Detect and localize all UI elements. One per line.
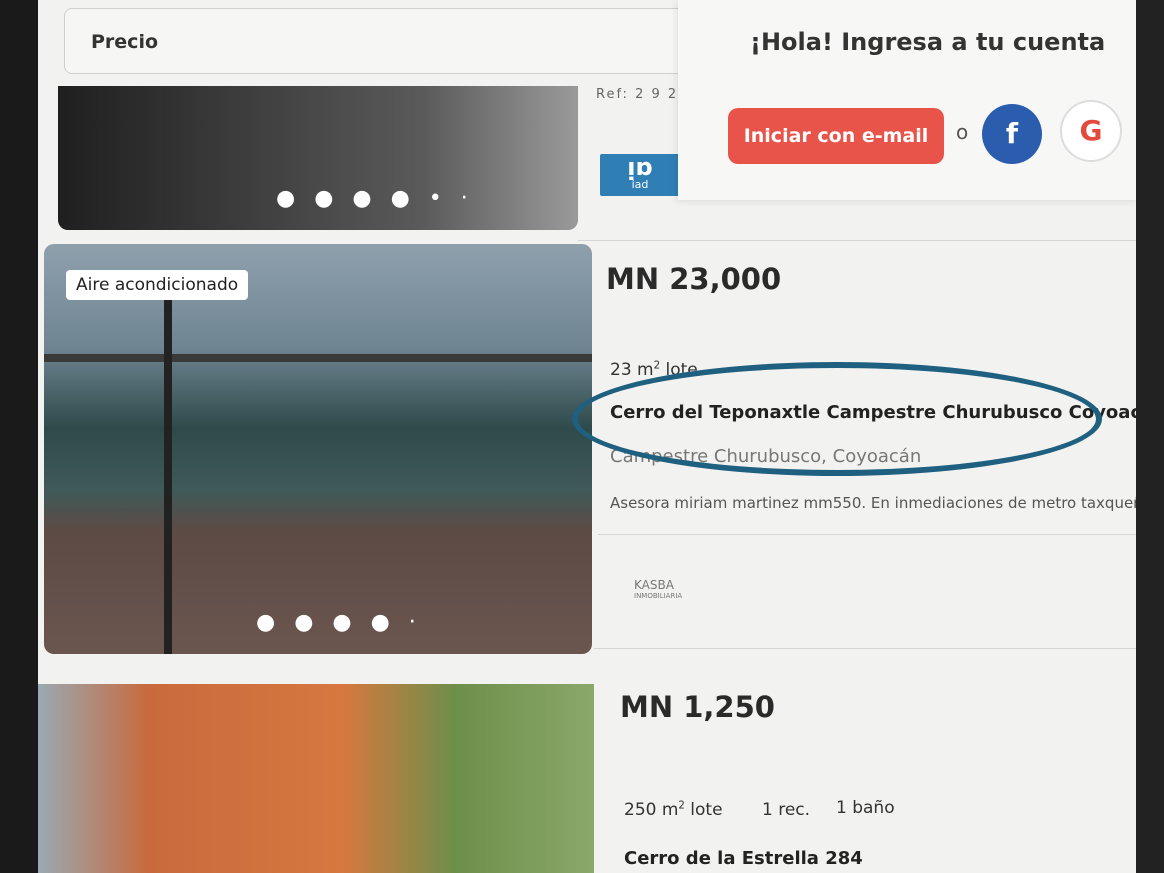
iad-logo-mark: ᴉɒ	[627, 153, 653, 181]
building-rail	[44, 354, 592, 362]
divider	[598, 534, 1138, 535]
listing-3-address[interactable]: Cerro de la Estrella 284	[624, 848, 863, 869]
app-screen: Precio ● ● ● ● • · Ref: 2 9 2 7 ᴉɒ iad ¡…	[38, 0, 1164, 873]
login-popup: ¡Hola! Ingresa a tu cuenta Iniciar con e…	[678, 0, 1138, 200]
listing-1-image[interactable]: ● ● ● ● • ·	[58, 86, 578, 230]
listing-3-image[interactable]	[38, 684, 594, 873]
kasba-logo-sub: INMOBILIARIA	[634, 592, 683, 600]
login-title: ¡Hola! Ingresa a tu cuenta	[750, 28, 1106, 56]
area-value: 23 m	[610, 360, 654, 380]
listing-3-price[interactable]: MN 1,250	[620, 690, 775, 724]
login-email-button[interactable]: Iniciar con e-mail	[728, 108, 944, 164]
iad-agency-logo: ᴉɒ iad	[600, 154, 680, 196]
listing-3-area: 250 m2 lote	[624, 800, 723, 820]
image-carousel-dots[interactable]: ● ● ● ● • ·	[276, 186, 474, 211]
device-frame-edge	[1136, 0, 1164, 873]
area-value: 250 m	[624, 800, 679, 820]
or-separator: o	[956, 120, 969, 144]
kasba-logo-text: KASBA	[634, 578, 674, 592]
listing-3-baths: 1 baño	[836, 798, 895, 818]
divider	[594, 648, 1138, 649]
highlight-ellipse	[572, 362, 1102, 476]
listing-2-description: Asesora miriam martinez mm550. En inmedi…	[610, 494, 1152, 512]
area-unit: lote	[684, 800, 723, 820]
price-filter-label: Precio	[91, 31, 159, 53]
feature-badge: Aire acondicionado	[66, 270, 249, 300]
street-pole	[164, 294, 172, 654]
price-filter[interactable]: Precio	[64, 8, 766, 74]
divider	[578, 240, 1138, 241]
iad-logo-text: iad	[631, 178, 649, 191]
listing-2-image[interactable]: ● ● ● ● ·	[44, 244, 592, 654]
listing-2-price[interactable]: MN 23,000	[606, 262, 781, 296]
google-login-icon[interactable]: G	[1060, 100, 1122, 162]
kasba-agency-logo: KASBA INMOBILIARIA	[634, 578, 682, 600]
listing-3-rooms: 1 rec.	[762, 800, 811, 820]
image-carousel-dots[interactable]: ● ● ● ● ·	[256, 610, 422, 635]
facebook-login-icon[interactable]: f	[982, 104, 1042, 164]
